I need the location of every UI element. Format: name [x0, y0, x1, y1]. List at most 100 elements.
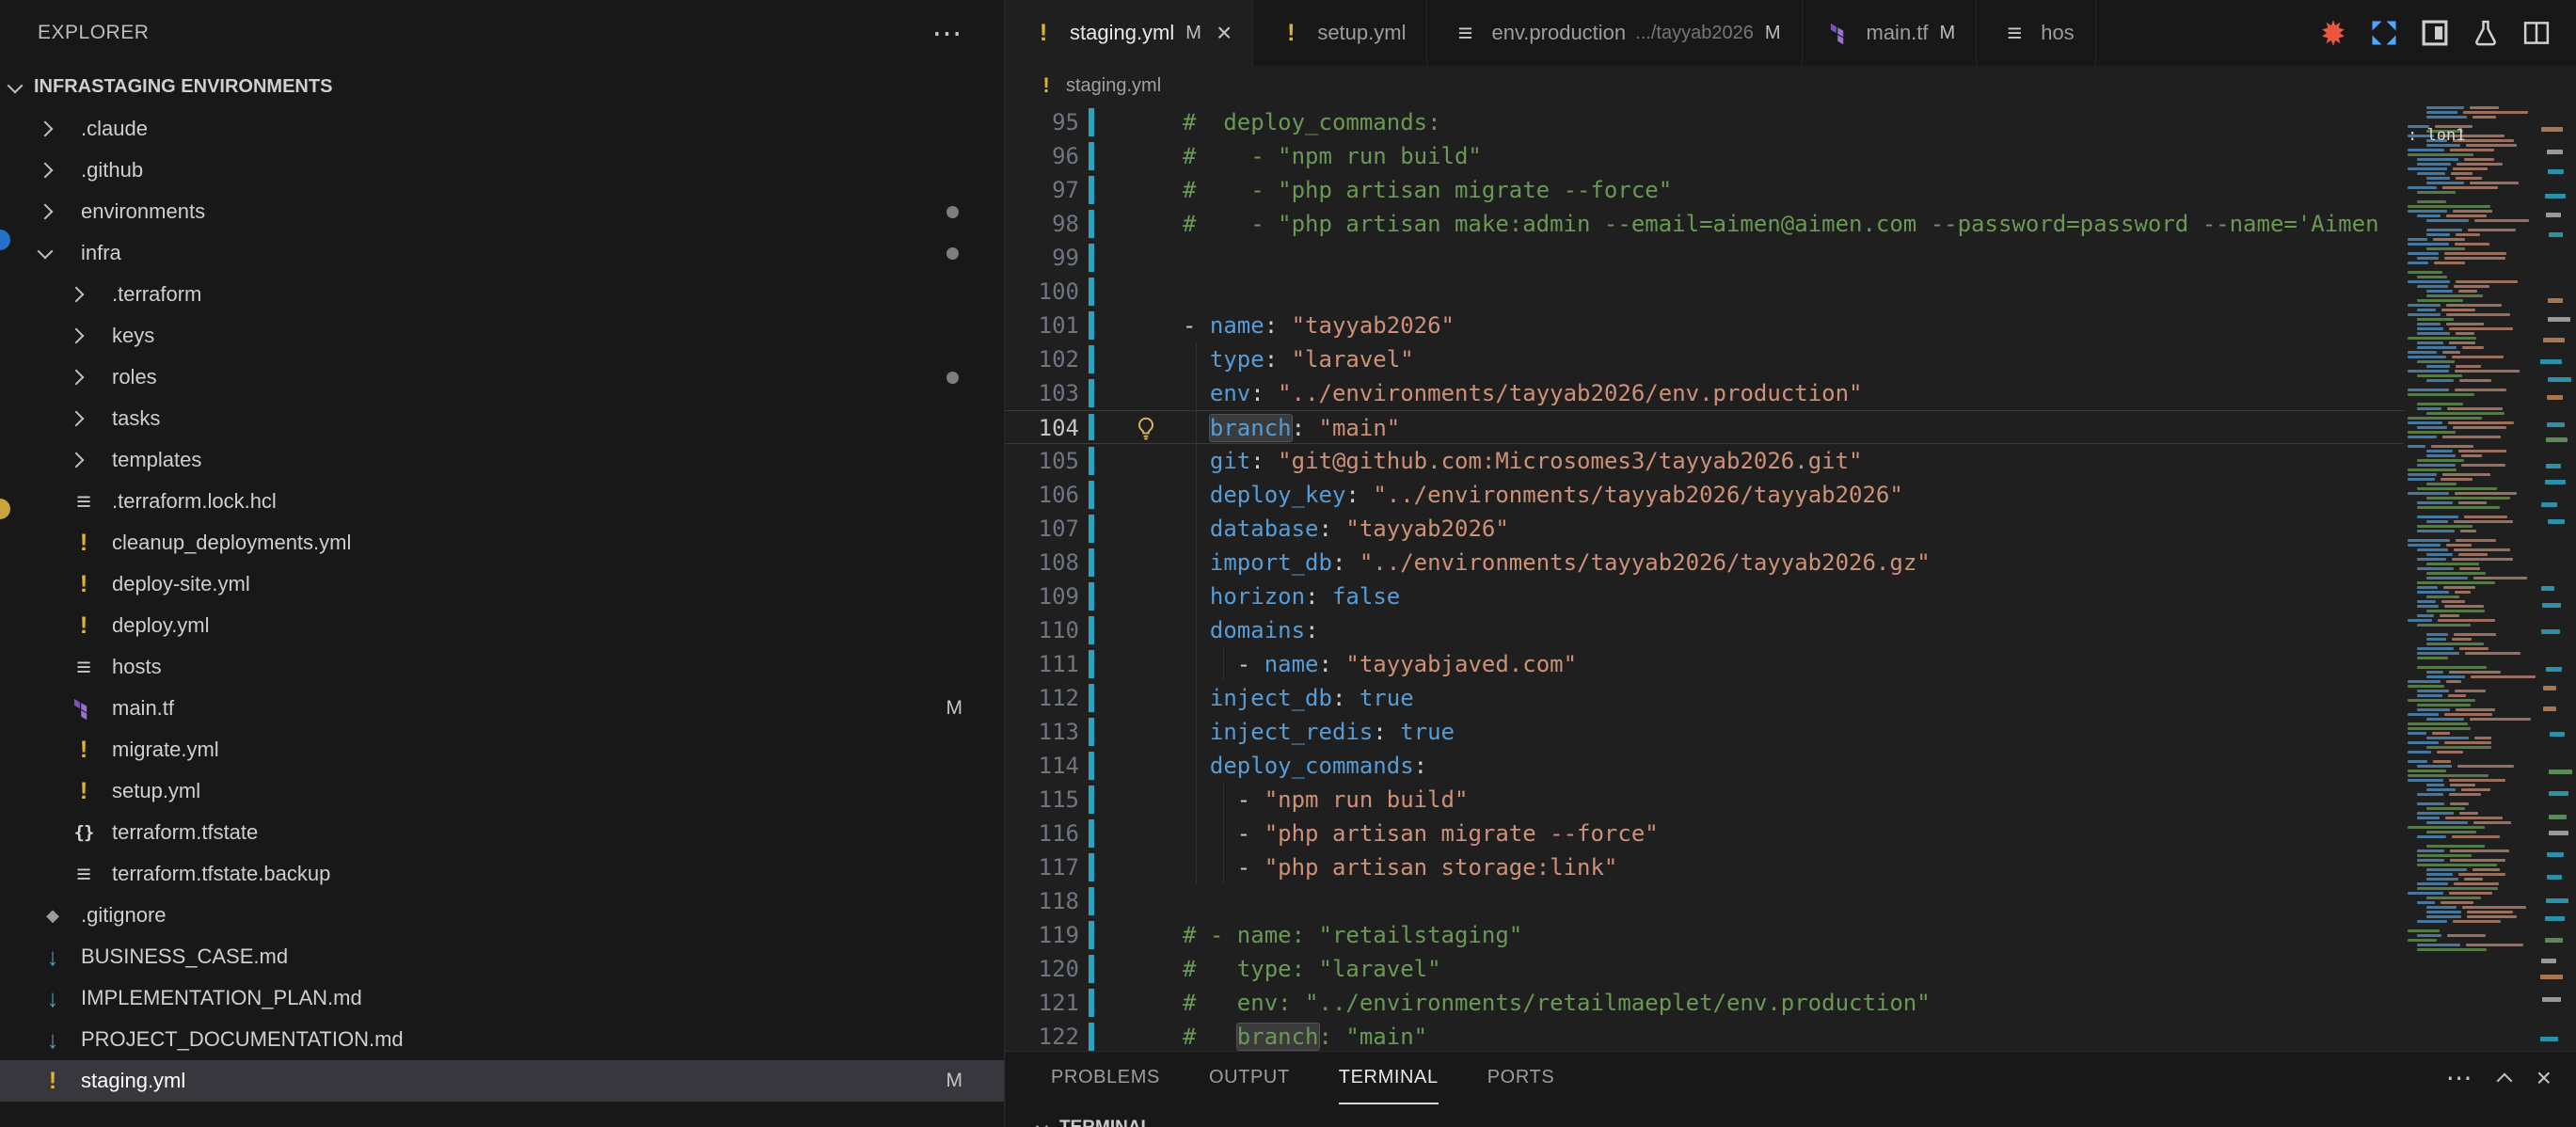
overview-ruler[interactable]: [2536, 105, 2576, 1051]
line-number[interactable]: 112: [1006, 681, 1079, 715]
tree-item-deploy.yml[interactable]: !deploy.yml: [0, 605, 1004, 646]
code-line-103[interactable]: 103 env: "../environments/tayyab2026/env…: [1006, 376, 2404, 410]
line-number[interactable]: 111: [1006, 647, 1079, 681]
code-line-97[interactable]: 97# - "php artisan migrate --force": [1006, 173, 2404, 207]
line-number[interactable]: 96: [1006, 139, 1079, 173]
code-line-106[interactable]: 106 deploy_key: "../environments/tayyab2…: [1006, 478, 2404, 512]
code-line-100[interactable]: 100: [1006, 275, 2404, 309]
code-line-121[interactable]: 121# env: "../environments/retailmaeplet…: [1006, 986, 2404, 1020]
tree-item-migrate.yml[interactable]: !migrate.yml: [0, 729, 1004, 770]
line-number[interactable]: 116: [1006, 817, 1079, 850]
line-number[interactable]: 122: [1006, 1020, 1079, 1051]
tree-item-terraform.tfstate[interactable]: {}terraform.tfstate: [0, 812, 1004, 853]
tab-env.production[interactable]: ≡env.production.../tayyab2026M: [1427, 0, 1802, 66]
line-number[interactable]: 102: [1006, 342, 1079, 376]
tree-item-IMPLEMENTATION_PLAN.md[interactable]: ↓IMPLEMENTATION_PLAN.md: [0, 977, 1004, 1019]
beaker-icon[interactable]: [2471, 18, 2501, 48]
code-line-101[interactable]: 101- name: "tayyab2026": [1006, 309, 2404, 342]
tab-staging.yml[interactable]: !staging.ymlM×: [1006, 0, 1253, 66]
tree-item-environments[interactable]: environments: [0, 191, 1004, 232]
panel-tab-output[interactable]: OUTPUT: [1209, 1052, 1290, 1104]
line-number[interactable]: 97: [1006, 173, 1079, 207]
tree-item-deploy-site.yml[interactable]: !deploy-site.yml: [0, 564, 1004, 605]
code-line-96[interactable]: 96# - "npm run build": [1006, 139, 2404, 173]
tree-item-cleanup_deployments.yml[interactable]: !cleanup_deployments.yml: [0, 522, 1004, 564]
panel-tab-ports[interactable]: PORTS: [1487, 1052, 1555, 1104]
code-line-122[interactable]: 122# branch: "main": [1006, 1020, 2404, 1051]
terminal-section-header[interactable]: TERMINAL: [1006, 1118, 2576, 1127]
maximize-panel-icon[interactable]: [2496, 1073, 2512, 1089]
tree-item-main.tf[interactable]: main.tfM: [0, 688, 1004, 729]
tree-item-.terraform.lock.hcl[interactable]: ≡.terraform.lock.hcl: [0, 481, 1004, 522]
split-editor-icon[interactable]: [2521, 18, 2552, 48]
corner-arrows-icon[interactable]: [2369, 18, 2399, 48]
close-icon[interactable]: ×: [1216, 24, 1232, 42]
code-line-110[interactable]: 110 domains:: [1006, 613, 2404, 647]
code-line-108[interactable]: 108 import_db: "../environments/tayyab20…: [1006, 546, 2404, 579]
line-number[interactable]: 108: [1006, 546, 1079, 579]
line-number[interactable]: 117: [1006, 850, 1079, 884]
code-line-107[interactable]: 107 database: "tayyab2026": [1006, 512, 2404, 546]
minimap[interactable]: : lon1: [2404, 105, 2536, 1051]
code-editor[interactable]: 95# deploy_commands:96# - "npm run build…: [1006, 105, 2404, 1051]
tab-main.tf[interactable]: main.tfM: [1803, 0, 1978, 66]
code-line-99[interactable]: 99: [1006, 241, 2404, 275]
tree-item-PROJECT_DOCUMENTATION.md[interactable]: ↓PROJECT_DOCUMENTATION.md: [0, 1019, 1004, 1060]
line-number[interactable]: 106: [1006, 478, 1079, 512]
line-number[interactable]: 115: [1006, 783, 1079, 817]
code-line-119[interactable]: 119# - name: "retailstaging": [1006, 918, 2404, 952]
line-number[interactable]: 114: [1006, 749, 1079, 783]
more-actions-icon[interactable]: ⋯: [932, 24, 963, 42]
code-line-115[interactable]: 115 - "npm run build": [1006, 783, 2404, 817]
line-number[interactable]: 120: [1006, 952, 1079, 986]
box-icon[interactable]: [2420, 18, 2450, 48]
tree-item-keys[interactable]: keys: [0, 315, 1004, 357]
line-number[interactable]: 101: [1006, 309, 1079, 342]
tree-item-.claude[interactable]: .claude: [0, 108, 1004, 150]
line-number[interactable]: 95: [1006, 105, 1079, 139]
code-line-95[interactable]: 95# deploy_commands:: [1006, 105, 2404, 139]
line-number[interactable]: 118: [1006, 884, 1079, 918]
line-number[interactable]: 121: [1006, 986, 1079, 1020]
line-number[interactable]: 99: [1006, 241, 1079, 275]
line-number[interactable]: 110: [1006, 613, 1079, 647]
code-line-104[interactable]: 104 branch: "main": [1006, 410, 2404, 444]
tree-item-templates[interactable]: templates: [0, 439, 1004, 481]
tree-item-tasks[interactable]: tasks: [0, 398, 1004, 439]
line-number[interactable]: 105: [1006, 444, 1079, 478]
tree-item-.terraform[interactable]: .terraform: [0, 274, 1004, 315]
breadcrumb[interactable]: ! staging.yml: [1006, 66, 2576, 105]
code-line-118[interactable]: 118: [1006, 884, 2404, 918]
lightbulb-icon[interactable]: [1134, 416, 1158, 446]
line-number[interactable]: 107: [1006, 512, 1079, 546]
line-number[interactable]: 98: [1006, 207, 1079, 241]
workspace-section-header[interactable]: INFRASTAGING ENVIRONMENTS: [0, 66, 1004, 108]
close-panel-icon[interactable]: ×: [2536, 1069, 2552, 1087]
code-line-112[interactable]: 112 inject_db: true: [1006, 681, 2404, 715]
code-line-117[interactable]: 117 - "php artisan storage:link": [1006, 850, 2404, 884]
line-number[interactable]: 113: [1006, 715, 1079, 749]
code-line-102[interactable]: 102 type: "laravel": [1006, 342, 2404, 376]
code-line-120[interactable]: 120# type: "laravel": [1006, 952, 2404, 986]
tab-setup.yml[interactable]: !setup.yml: [1253, 0, 1427, 66]
panel-more-icon[interactable]: ⋯: [2446, 1069, 2473, 1087]
code-line-98[interactable]: 98# - "php artisan make:admin --email=ai…: [1006, 207, 2404, 241]
tree-item-BUSINESS_CASE.md[interactable]: ↓BUSINESS_CASE.md: [0, 936, 1004, 977]
tree-item-.github[interactable]: .github: [0, 150, 1004, 191]
tab-hos[interactable]: ≡hos: [1977, 0, 2095, 66]
line-number[interactable]: 109: [1006, 579, 1079, 613]
code-line-114[interactable]: 114 deploy_commands:: [1006, 749, 2404, 783]
flame-icon[interactable]: [2318, 18, 2348, 48]
panel-tab-problems[interactable]: PROBLEMS: [1051, 1052, 1160, 1104]
code-line-105[interactable]: 105 git: "git@github.com:Microsomes3/tay…: [1006, 444, 2404, 478]
code-line-111[interactable]: 111 - name: "tayyabjaved.com": [1006, 647, 2404, 681]
tree-item-staging.yml[interactable]: !staging.ymlM: [0, 1060, 1004, 1102]
tree-item-hosts[interactable]: ≡hosts: [0, 646, 1004, 688]
panel-tab-terminal[interactable]: TERMINAL: [1339, 1052, 1439, 1104]
tree-item-.gitignore[interactable]: ◆.gitignore: [0, 895, 1004, 936]
line-number[interactable]: 103: [1006, 376, 1079, 410]
code-line-113[interactable]: 113 inject_redis: true: [1006, 715, 2404, 749]
code-line-116[interactable]: 116 - "php artisan migrate --force": [1006, 817, 2404, 850]
line-number[interactable]: 100: [1006, 275, 1079, 309]
line-number[interactable]: 104: [1006, 411, 1079, 445]
